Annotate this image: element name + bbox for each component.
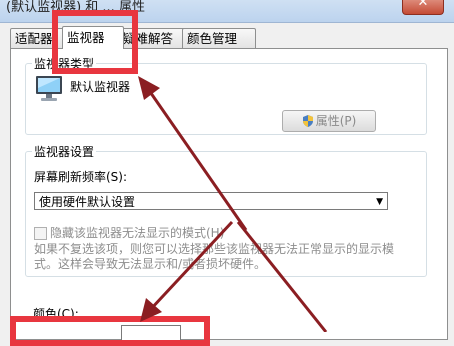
- close-icon: ✕: [417, 0, 429, 10]
- hide-modes-description: 如果不复选该项，则您可以选择那些该监视器无法正常显示的显示模式。这样会导致无法显…: [34, 242, 395, 271]
- hide-modes-label: 隐藏该监视器无法显示的模式(H): [50, 226, 225, 240]
- tab-label: 监视器: [67, 30, 105, 45]
- tab-strip: 适配器 监视器 疑难解答 颜色管理: [10, 26, 454, 49]
- shield-icon: [302, 115, 313, 127]
- tab-monitor[interactable]: 监视器: [62, 26, 124, 49]
- tab-label: 适配器: [15, 31, 53, 46]
- refresh-rate-value: 使用硬件默认设置: [39, 195, 136, 209]
- properties-button[interactable]: 属性(P): [282, 110, 376, 132]
- tab-color-management[interactable]: 颜色管理: [182, 28, 256, 48]
- chevron-down-icon: ▼: [376, 197, 383, 207]
- tab-label: 颜色管理: [187, 31, 238, 46]
- hide-modes-checkbox[interactable]: [34, 227, 47, 240]
- refresh-rate-label: 屏幕刷新频率(S):: [34, 170, 128, 184]
- monitor-icon: [36, 76, 62, 101]
- monitor-name: 默认监视器: [70, 80, 131, 94]
- properties-button-label: 属性(P): [315, 114, 357, 128]
- monitor-settings-group: 监视器设置 屏幕刷新频率(S): 使用硬件默认设置 ▼ 隐藏该监视器无法显示的模…: [25, 143, 427, 277]
- close-button[interactable]: ✕: [402, 0, 444, 15]
- refresh-rate-select[interactable]: 使用硬件默认设置 ▼: [34, 192, 388, 210]
- colors-highlight-box: [10, 316, 210, 346]
- tab-panel: 监视器类型 默认监视器 属性(P) 监视器设置 屏幕刷新频率(S): 使用硬件默…: [10, 48, 448, 343]
- monitor-settings-title: 监视器设置: [32, 143, 97, 160]
